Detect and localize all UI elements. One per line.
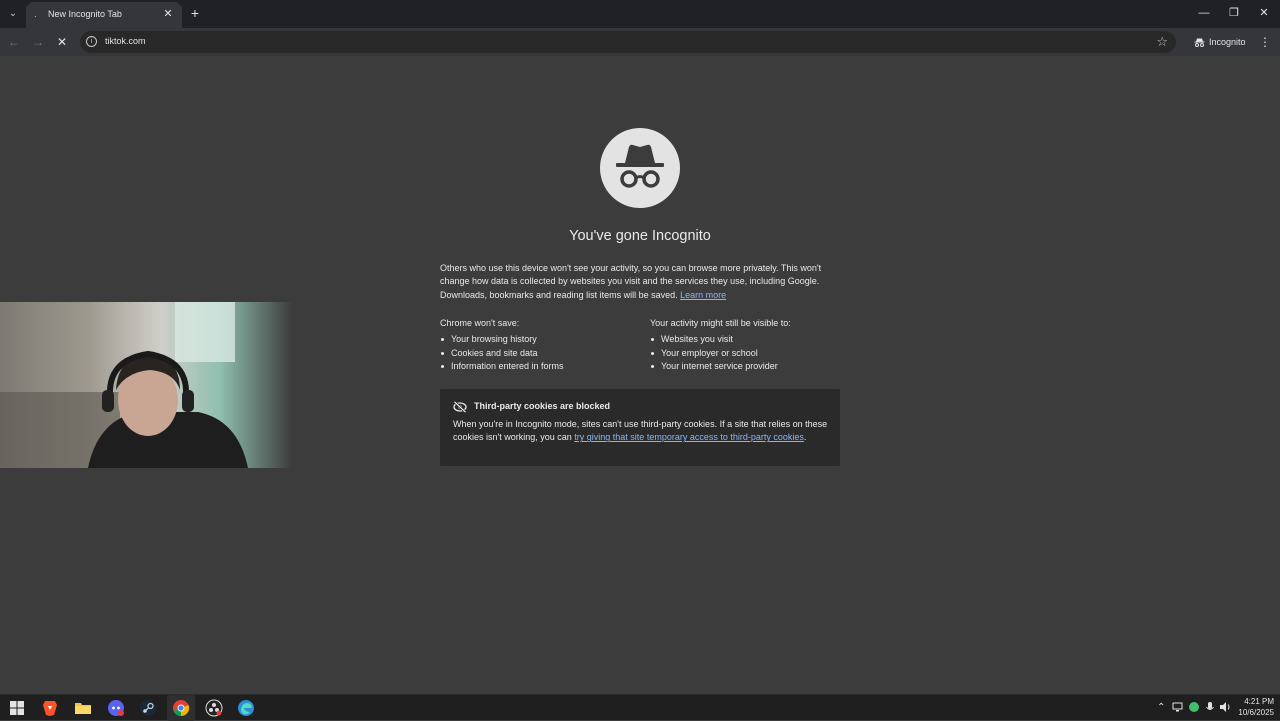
clock-date: 10/6/2025 <box>1238 708 1274 717</box>
new-tab-plus-icon[interactable]: + <box>188 5 202 21</box>
wont-save-title: Chrome won't save: <box>440 318 520 328</box>
list-item: Cookies and site data <box>440 347 640 361</box>
tab-title: New Incognito Tab <box>48 9 122 19</box>
window-close-icon[interactable]: ✕ <box>1256 6 1272 20</box>
loading-icon: . <box>34 9 37 20</box>
list-item: Your browsing history <box>440 333 640 347</box>
incognito-logo-icon <box>600 128 680 208</box>
brave-icon[interactable] <box>41 699 59 717</box>
tab-close-icon[interactable]: ✕ <box>162 7 174 21</box>
minimize-icon[interactable]: — <box>1196 6 1212 20</box>
incognito-profile-chip[interactable]: Incognito <box>1188 32 1252 52</box>
list-item: Your employer or school <box>650 347 850 361</box>
restore-icon[interactable]: ❐ <box>1226 6 1242 20</box>
list-item: Information entered in forms <box>440 360 640 374</box>
windows-taskbar: ⌃ 4:21 PM 10/6/2025 <box>0 694 1280 721</box>
third-party-cookies-card: Third-party cookies are blocked When you… <box>440 389 840 466</box>
forward-arrow-icon[interactable]: → <box>30 34 46 50</box>
list-item: Your internet service provider <box>650 360 850 374</box>
more-menu-icon[interactable]: ⋮ <box>1259 34 1271 50</box>
volume-icon[interactable] <box>1219 701 1232 713</box>
intro-text: Others who use this device won't see you… <box>440 263 822 300</box>
steam-icon[interactable] <box>139 699 157 717</box>
status-green-icon[interactable] <box>1188 701 1200 713</box>
file-explorer-icon[interactable] <box>74 699 92 717</box>
clock-time: 4:21 PM <box>1244 697 1274 706</box>
third-party-cookies-link[interactable]: try giving that site temporary access to… <box>574 432 804 442</box>
site-info-icon[interactable]: i <box>86 36 97 47</box>
browser-toolbar: ← → ✕ i tiktok.com ☆ Incognito ⋮ <box>0 28 1280 56</box>
network-icon[interactable] <box>1172 701 1184 713</box>
discord-icon[interactable] <box>107 699 125 717</box>
stop-loading-icon[interactable]: ✕ <box>54 34 70 50</box>
wont-save-list: Chrome won't save: Your browsing history… <box>440 318 640 374</box>
system-clock[interactable]: 4:21 PM 10/6/2025 <box>1234 696 1274 718</box>
address-bar[interactable]: i tiktok.com ☆ <box>80 31 1176 53</box>
page-title: You've gone Incognito <box>569 228 711 244</box>
show-hidden-icons-chevron-icon[interactable]: ⌃ <box>1157 701 1165 715</box>
chrome-icon[interactable] <box>172 699 190 717</box>
start-icon[interactable] <box>8 699 26 717</box>
bookmark-star-icon[interactable]: ☆ <box>1156 34 1168 50</box>
tab-search-chevron-icon[interactable]: ⌄ <box>4 4 22 22</box>
incognito-label: Incognito <box>1209 37 1246 47</box>
edge-icon[interactable] <box>237 699 255 717</box>
webcam-overlay <box>0 302 293 468</box>
list-item: Websites you visit <box>650 333 850 347</box>
intro-paragraph: Others who use this device won't see you… <box>440 262 840 302</box>
learn-more-link[interactable]: Learn more <box>680 290 726 300</box>
tab-new-incognito[interactable]: . New Incognito Tab ✕ <box>26 2 182 28</box>
might-be-visible-title: Your activity might still be visible to: <box>650 318 791 328</box>
back-arrow-icon[interactable]: ← <box>6 34 22 50</box>
webcam-person <box>88 350 248 468</box>
incognito-small-icon <box>1194 38 1205 47</box>
tab-strip: ⌄ . New Incognito Tab ✕ + — ❐ ✕ <box>0 0 1280 28</box>
cookies-card-title: Third-party cookies are blocked <box>474 401 611 411</box>
cookies-card-period: . <box>803 432 807 443</box>
eye-off-icon <box>453 401 467 413</box>
obs-icon[interactable] <box>205 699 223 717</box>
microphone-icon[interactable] <box>1204 701 1216 713</box>
address-bar-url[interactable]: tiktok.com <box>105 36 146 46</box>
might-be-visible-list: Your activity might still be visible to:… <box>650 318 850 374</box>
cookies-card-body: When you're in Incognito mode, sites can… <box>453 418 828 445</box>
